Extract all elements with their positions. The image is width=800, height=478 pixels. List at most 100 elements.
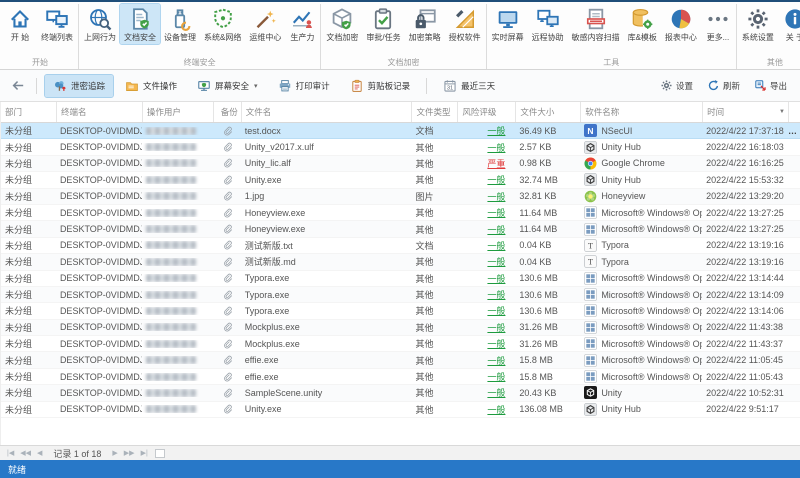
ribbon-item[interactable]: 终端列表 (37, 4, 77, 44)
ribbon-item[interactable]: 远程协助 (528, 4, 568, 44)
toolbar-button-screensec[interactable]: 屏幕安全 ▾ (189, 75, 266, 97)
risk-badge[interactable]: 一般 (487, 323, 505, 333)
ribbon-item[interactable]: 审批/任务 (362, 4, 404, 44)
toolbar-button-导出[interactable]: 导出 (749, 75, 792, 97)
risk-badge[interactable]: 一般 (487, 274, 505, 284)
risk-badge[interactable]: 一般 (487, 126, 505, 136)
table-row[interactable]: 未分组 DESKTOP-0VIDMDJ Unity_lic.alf 其他 严重 0.98 … (1, 155, 800, 173)
risk-badge[interactable]: 一般 (487, 192, 505, 202)
software-name: Microsoft® Windows® Oper... (601, 207, 703, 218)
ribbon-item[interactable]: 运维中心 (245, 4, 285, 44)
cell-backup (213, 141, 241, 153)
table-row[interactable]: 未分组 DESKTOP-0VIDMDJ effie.exe 其他 一般 15.8 MB Mi… (1, 369, 800, 386)
table-body: 未分组 DESKTOP-0VIDMDJ test.docx 文档 一般 36.49 KB N… (1, 123, 800, 419)
risk-badge[interactable]: 一般 (487, 290, 505, 300)
cell-department: 未分组 (5, 257, 33, 268)
ribbon-item[interactable]: 授权软件 (445, 4, 485, 44)
risk-badge[interactable]: 一般 (487, 208, 505, 218)
table-row[interactable]: 未分组 DESKTOP-0VIDMDJ 测试新版.txt 文档 一般 0.04 KB T Ty… (1, 238, 800, 255)
pager-next-button[interactable]: ▶ (109, 447, 120, 460)
ribbon-item[interactable]: 开 始 (3, 4, 37, 44)
cell-backup (213, 289, 241, 301)
column-header-9[interactable]: 时间 ▼ (702, 102, 788, 122)
table-row[interactable]: 未分组 DESKTOP-0VIDMDJ Honeyview.exe 其他 一般 11.64… (1, 205, 800, 222)
ribbon-item[interactable]: 系统设置 (738, 4, 778, 44)
ribbon-item[interactable]: 更多... (701, 4, 735, 44)
pager-prev-button[interactable]: ◀ (34, 447, 45, 460)
ribbon-item[interactable]: 报表中心 (661, 4, 701, 44)
column-header-5[interactable]: 文件类型 (411, 102, 457, 122)
column-header-6[interactable]: 风险评级 (457, 102, 515, 122)
cell-file-size: 32.74 MB (519, 174, 558, 185)
ribbon-item[interactable]: 系统&网络 (200, 4, 245, 44)
table-row[interactable]: 未分组 DESKTOP-0VIDMDJ Unity_v2017.x.ulf 其他 一般 2… (1, 139, 800, 156)
cell-risk-level: 一般 (457, 173, 515, 186)
column-header-0[interactable]: 部门 (1, 102, 56, 122)
column-header-7[interactable]: 文件大小 (515, 102, 580, 122)
risk-badge[interactable]: 一般 (487, 175, 505, 185)
table-row[interactable]: 未分组 DESKTOP-0VIDMDJ Typora.exe 其他 一般 130.6 MB… (1, 271, 800, 287)
table-row[interactable]: 未分组 DESKTOP-0VIDMDJ 测试新版.md 其他 一般 0.04 KB T Typ… (1, 254, 800, 271)
cell-time: 2022/4/22 16:18:03 (706, 142, 784, 153)
table-row[interactable]: 未分组 DESKTOP-0VIDMDJ SampleScene.unity 其他 一般 2… (1, 385, 800, 402)
ribbon-item[interactable]: 实时屏幕 (488, 4, 528, 44)
ribbon-item[interactable]: 加密策略 (405, 4, 445, 44)
risk-badge[interactable]: 一般 (487, 388, 505, 398)
ribbon-item[interactable]: 库&模板 (624, 4, 661, 44)
risk-badge[interactable]: 一般 (487, 306, 505, 316)
table-row[interactable]: 未分组 DESKTOP-0VIDMDJ Typora.exe 其他 一般 130.6 MB… (1, 303, 800, 320)
toolbar-button-fileop[interactable]: 文件操作 (117, 75, 185, 97)
pager-first-button[interactable]: |◀ (4, 447, 17, 460)
ribbon-item[interactable]: 关 于 (778, 4, 800, 44)
ribbon-item-label: 系统&网络 (204, 33, 242, 42)
column-header-8[interactable]: 软件名称 (580, 102, 702, 122)
risk-badge[interactable]: 严重 (487, 159, 505, 169)
risk-badge[interactable]: 一般 (487, 225, 505, 235)
toolbar-button-设置[interactable]: 设置 (655, 75, 698, 97)
table-row[interactable]: 未分组 DESKTOP-0VIDMDJ Typora.exe 其他 一般 130.6 MB… (1, 286, 800, 304)
pager-prev-page-button[interactable]: ◀◀ (17, 447, 34, 460)
pager-next-page-button[interactable]: ▶▶ (121, 447, 138, 460)
column-header-10[interactable] (788, 102, 800, 122)
toolbar-button-calendar[interactable]: 31 最近三天 (435, 75, 503, 97)
software-name: Microsoft® Windows® Oper... (601, 371, 703, 382)
ribbon-item[interactable]: 设备管理 (160, 4, 200, 44)
toolbar-button-trace[interactable]: 泄密追踪 (43, 73, 115, 98)
pager-last-button[interactable]: ▶| (138, 447, 151, 460)
table-row[interactable]: 未分组 DESKTOP-0VIDMDJ effie.exe 其他 一般 15.8 MB Mi… (1, 352, 800, 369)
table-row[interactable]: 未分组 DESKTOP-0VIDMDJ Unity.exe 其他 一般 136.08 MB… (1, 402, 800, 419)
column-header-3[interactable]: 备份 (212, 102, 241, 122)
software-name: Typora (601, 256, 629, 267)
ribbon-item-label: 设备管理 (164, 33, 196, 42)
risk-badge[interactable]: 一般 (487, 143, 505, 153)
ribbon-item[interactable]: 文档加密 (322, 4, 362, 44)
risk-badge[interactable]: 一般 (487, 356, 505, 366)
table-row[interactable]: 未分组 DESKTOP-0VIDMDJ Mockplus.exe 其他 一般 31.26 … (1, 336, 800, 353)
ribbon-item-label: 关 于 (785, 33, 800, 42)
pager-options-button[interactable] (154, 448, 165, 458)
toolbar-button-clipboard2[interactable]: 剪贴板记录 (342, 75, 419, 97)
table-row[interactable]: 未分组 DESKTOP-0VIDMDJ Mockplus.exe 其他 一般 31.26 … (1, 319, 800, 337)
table-row[interactable]: 未分组 DESKTOP-0VIDMDJ test.docx 文档 一般 36.49 KB N… (1, 123, 800, 140)
column-header-4[interactable]: 文件名 (240, 102, 412, 122)
ribbon-item[interactable]: 生产力 (285, 4, 319, 44)
table-row[interactable]: 未分组 DESKTOP-0VIDMDJ Unity.exe 其他 一般 32.74 MB U… (1, 172, 800, 189)
column-header-1[interactable]: 终端名 (55, 102, 142, 122)
column-header-2[interactable]: 操作用户 (141, 102, 213, 122)
row-more-button[interactable]: … (788, 126, 800, 136)
risk-badge[interactable]: 一般 (487, 339, 505, 349)
risk-badge[interactable]: 一般 (487, 405, 505, 415)
ribbon-item[interactable]: 上网行为 (80, 4, 120, 44)
back-button[interactable] (6, 75, 30, 97)
cell-software: Unity Hub (580, 402, 702, 416)
gearsm-icon (660, 79, 673, 92)
risk-badge[interactable]: 一般 (487, 372, 505, 382)
risk-badge[interactable]: 一般 (487, 257, 505, 267)
toolbar-button-刷新[interactable]: 刷新 (702, 75, 745, 97)
ribbon-item[interactable]: 文档安全 (119, 3, 161, 45)
toolbar-button-print[interactable]: 打印审计 (270, 75, 338, 97)
table-row[interactable]: 未分组 DESKTOP-0VIDMDJ 1.jpg 图片 一般 32.81 KB Honey… (1, 188, 800, 205)
ribbon-item[interactable]: 敏感内容扫描 (568, 4, 624, 44)
table-row[interactable]: 未分组 DESKTOP-0VIDMDJ Honeyview.exe 其他 一般 11.64… (1, 221, 800, 238)
risk-badge[interactable]: 一般 (487, 241, 505, 251)
